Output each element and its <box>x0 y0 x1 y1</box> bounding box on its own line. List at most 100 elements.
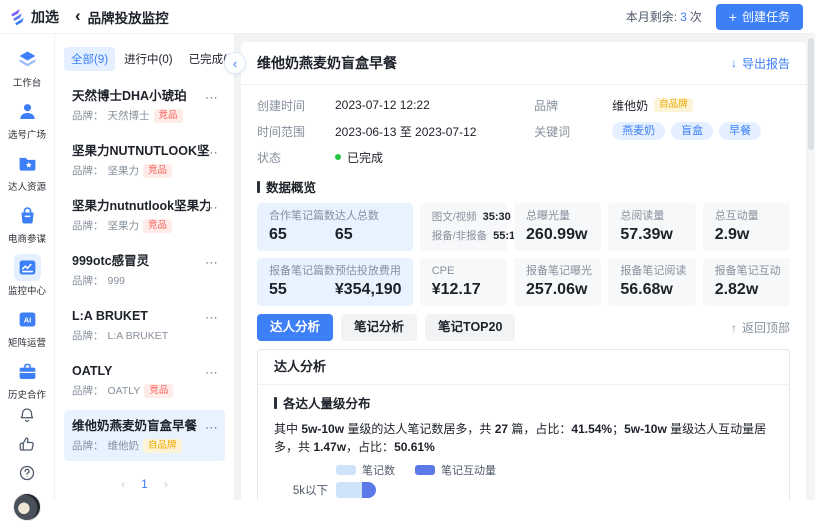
stat-card-reported-exposure: 报备笔记曝光 257.06w <box>514 258 601 306</box>
back-to-top-link[interactable]: ↑ 返回顶部 <box>731 319 790 336</box>
brand-name: 坚果力 <box>108 219 140 233</box>
scrollbar-track <box>807 34 815 500</box>
sidebar-item-influencer-resources[interactable]: 达人资源 <box>0 146 54 198</box>
monthly-quota: 本月剩余: 3 次 <box>626 8 702 25</box>
briefcase-icon <box>14 358 41 385</box>
more-actions-icon[interactable]: ⋯ <box>205 145 219 161</box>
stat-card-cpe: CPE ¥12.17 <box>420 258 507 306</box>
task-list-item-selected[interactable]: 维他奶燕麦奶盲盒早餐 ⋯ 品牌： 维他奶 自品牌 <box>64 410 225 461</box>
task-list-item[interactable]: L:A BRUKET ⋯ 品牌： L:A BRUKET <box>64 300 225 351</box>
detail-card: 维他奶燕麦奶盲盒早餐 ↓ 导出报告 创建时间 2023-07-12 12:22 … <box>241 42 806 500</box>
detail-header: 维他奶燕麦奶盲盒早餐 ↓ 导出报告 <box>241 42 806 85</box>
next-page-icon[interactable]: › <box>164 477 168 491</box>
section-title-tier-distribution: 各达人量级分布 <box>274 393 773 412</box>
brand-prefix: 品牌： <box>72 329 104 343</box>
stat-card-reads: 总阅读量 57.39w <box>608 203 695 251</box>
tab-note-top20[interactable]: 笔记TOP20 <box>425 314 515 341</box>
quota-label: 本月剩余: <box>626 8 677 25</box>
create-task-button[interactable]: + 创建任务 <box>716 4 803 30</box>
stat-row-1: 合作笔记篇数 65 达人总数 65 图文/视频 35:30 <box>257 203 790 251</box>
competitor-badge: 竞品 <box>143 219 172 233</box>
stat-card-ratios: 图文/视频 35:30 报备/非报备 55:10 <box>420 203 507 251</box>
info-status: 状态 已完成 <box>257 148 534 166</box>
tab-influencer-analysis[interactable]: 达人分析 <box>257 314 333 341</box>
page-number[interactable]: 1 <box>141 477 148 491</box>
more-actions-icon[interactable]: ⋯ <box>205 420 219 436</box>
user-icon <box>14 98 41 125</box>
export-report-link[interactable]: ↓ 导出报告 <box>731 55 790 72</box>
brand-name: OATLY <box>108 384 141 398</box>
create-task-label: 创建任务 <box>742 8 790 25</box>
brand-prefix: 品牌： <box>72 219 104 233</box>
sidebar-bottom-tools <box>13 406 41 523</box>
bag-icon <box>14 202 41 229</box>
tier-label: 5k以下 <box>274 482 328 498</box>
stat-card-notes-influencers: 合作笔记篇数 65 达人总数 65 <box>257 203 413 251</box>
brand-name: 天然博士 <box>108 109 150 123</box>
ai-icon: AI <box>14 306 41 333</box>
user-avatar[interactable] <box>13 493 41 521</box>
sidebar-item-matrix-operations[interactable]: AI 矩阵运营 <box>0 302 54 354</box>
prev-page-icon[interactable]: ‹ <box>121 477 125 491</box>
brand-name: L:A BRUKET <box>108 329 169 343</box>
own-brand-badge: 自品牌 <box>654 98 693 112</box>
more-actions-icon[interactable]: ⋯ <box>205 310 219 326</box>
legend-notes[interactable]: 笔记数 <box>336 462 395 478</box>
brand-name: 999 <box>108 274 126 288</box>
sidebar: 工作台 选号广场 达人资源 电商参谋 <box>0 34 55 500</box>
svg-text:AI: AI <box>23 316 30 325</box>
sidebar-item-selection-plaza[interactable]: 选号广场 <box>0 94 54 146</box>
task-list-item[interactable]: OATLY ⋯ 品牌： OATLY 竞品 <box>64 355 225 406</box>
breadcrumb: ‹ 品牌投放监控 <box>75 7 169 27</box>
task-list-item[interactable]: 天然博士DHA小琥珀 ⋯ 品牌： 天然博士 竞品 <box>64 80 225 131</box>
sidebar-item-ecommerce-advisor[interactable]: 电商参谋 <box>0 198 54 250</box>
task-info-section: 创建时间 2023-07-12 12:22 时间范围 2023-06-13 至 … <box>241 85 806 171</box>
legend-swatch-light <box>336 465 356 475</box>
task-list: 天然博士DHA小琥珀 ⋯ 品牌： 天然博士 竞品 坚果力NUTNUTLOOK坚果… <box>64 80 225 465</box>
brand-name: 维他奶 <box>108 439 140 453</box>
more-actions-icon[interactable]: ⋯ <box>205 200 219 216</box>
stat-card-reported-engagement: 报备笔记互动 2.82w <box>703 258 790 306</box>
feedback-thumb-icon[interactable] <box>18 435 36 453</box>
section-title-overview: 数据概览 <box>257 177 790 196</box>
logo-text: 加选 <box>31 7 59 27</box>
more-actions-icon[interactable]: ⋯ <box>205 90 219 106</box>
main-layout: 工作台 选号广场 达人资源 电商参谋 <box>0 34 815 500</box>
stat-card-exposure: 总曝光量 260.99w <box>514 203 601 251</box>
status-dot <box>335 154 341 160</box>
quota-unit: 次 <box>690 8 702 25</box>
task-list-item[interactable]: 坚果力nutnutlook坚果力 ⋯ 品牌： 坚果力 竞品 <box>64 190 225 241</box>
detail-area: ‹ 维他奶燕麦奶盲盒早餐 ↓ 导出报告 创建时间 2023-07-12 12:2… <box>235 34 815 500</box>
notification-bell-icon[interactable] <box>18 406 36 424</box>
tab-note-analysis[interactable]: 笔记分析 <box>341 314 417 341</box>
more-actions-icon[interactable]: ⋯ <box>205 255 219 271</box>
more-actions-icon[interactable]: ⋯ <box>205 365 219 381</box>
sidebar-item-history-cooperation[interactable]: 历史合作 <box>0 354 54 406</box>
legend-swatch-dark <box>415 465 435 475</box>
stat-card-reported-reads: 报备笔记阅读 56.68w <box>608 258 695 306</box>
tab-all[interactable]: 全部(9) <box>64 47 115 71</box>
monitor-chart-icon <box>14 254 41 281</box>
task-list-item[interactable]: 坚果力NUTNUTLOOK坚果力... ⋯ 品牌： 坚果力 竞品 <box>64 135 225 186</box>
influencer-analysis-card: 达人分析 各达人量级分布 其中 5w-10w 量级的达人笔记数居多，共 27 篇… <box>257 349 790 500</box>
sidebar-item-monitoring-center[interactable]: 监控中心 <box>0 250 54 302</box>
brand-prefix: 品牌： <box>72 274 104 288</box>
brand-prefix: 品牌： <box>72 439 104 453</box>
competitor-badge: 竞品 <box>143 164 172 178</box>
task-list-item[interactable]: 999otc感冒灵 ⋯ 品牌： 999 <box>64 245 225 296</box>
sidebar-item-workbench[interactable]: 工作台 <box>0 42 54 94</box>
status-text: 已完成 <box>347 149 383 166</box>
task-tabs: 全部(9) 进行中(0) 已完成(9) <box>64 47 225 71</box>
tab-in-progress[interactable]: 进行中(0) <box>117 47 180 71</box>
stat-card-engagement: 总互动量 2.9w <box>703 203 790 251</box>
back-icon[interactable]: ‹ <box>75 7 81 24</box>
info-brand: 品牌 维他奶 自品牌 <box>534 96 790 114</box>
collapse-panel-button[interactable]: ‹ <box>224 52 246 74</box>
download-icon: ↓ <box>731 56 737 70</box>
tier-bar-chart: 5k以下 5k-1w <box>274 482 773 500</box>
legend-engagement[interactable]: 笔记互动量 <box>415 462 496 478</box>
top-bar: 加选 ‹ 品牌投放监控 本月剩余: 3 次 + 创建任务 <box>0 0 815 34</box>
help-icon[interactable] <box>18 464 36 482</box>
task-list-panel: 全部(9) 进行中(0) 已完成(9) 天然博士DHA小琥珀 ⋯ 品牌： 天然博… <box>55 34 235 500</box>
scrollbar-thumb[interactable] <box>808 38 814 150</box>
